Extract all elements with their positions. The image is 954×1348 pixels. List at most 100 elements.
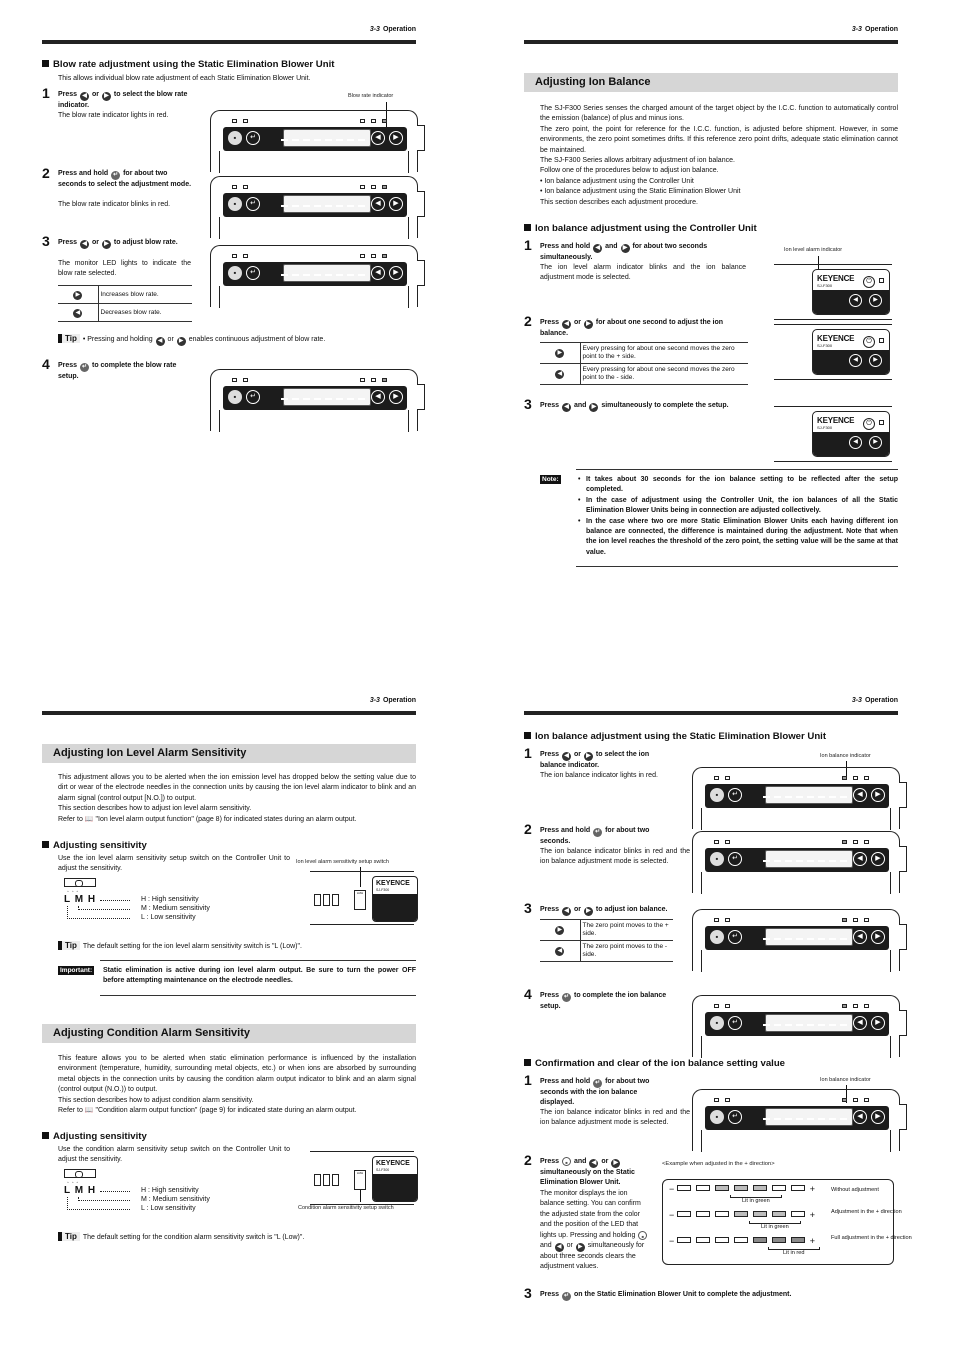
- left-button-icon: ◀: [562, 320, 572, 329]
- table-row: ▶ The zero point moves to the + side.: [540, 919, 673, 941]
- intro-text: The SJ-F300 Series senses the charged am…: [540, 105, 898, 206]
- right-button-icon: ▶: [73, 290, 83, 300]
- minus-sign: −: [669, 1210, 677, 1220]
- led-cell-green: [733, 1185, 748, 1191]
- switch-callout: Ion level alarm sensitivity setup switch: [296, 859, 389, 865]
- controller-unit-illustration: KEYENCE SJ-F300 ⏻ ◀ ▶: [774, 264, 892, 320]
- controller-switch-illustration: LMH KEYENCE SJ-F300: [310, 871, 418, 925]
- ion-balance-indicator-callout: Ion balance indicator: [820, 1077, 871, 1083]
- step-number: 1: [524, 237, 532, 253]
- book-icon: 📖: [84, 1107, 94, 1115]
- led-cell-off: [790, 1211, 805, 1217]
- bracket-label: Lit in red: [783, 1250, 805, 1256]
- button-function-table: ▶ Every pressing for about one second mov…: [540, 342, 748, 385]
- plus-sign: +: [809, 1210, 816, 1220]
- row-label: Without adjustment: [831, 1187, 879, 1193]
- left-button-icon: ◀: [562, 752, 572, 761]
- step-title: Press ↵ on the Static Elimination Blower…: [540, 1291, 792, 1301]
- header-rule: [524, 711, 898, 715]
- step-number: 3: [524, 1285, 532, 1301]
- led-cell-green: [733, 1211, 748, 1217]
- left-button-icon: ◀: [80, 92, 90, 101]
- subsection-heading: Adjusting sensitivity: [42, 1131, 147, 1142]
- section-banner: Adjusting Condition Alarm Sensitivity: [42, 1024, 416, 1043]
- step-number: 1: [524, 745, 532, 761]
- power-icon: ⏻: [863, 276, 875, 288]
- led-cell-red: [771, 1237, 786, 1243]
- header-rule: [524, 40, 898, 44]
- running-head: 3-3 Operation: [369, 697, 416, 704]
- left-button-icon: ◀: [555, 947, 565, 956]
- step-title: Press and hold ↵ for about two seconds w…: [540, 1078, 650, 1107]
- intro-text: This adjustment allows you to be alerted…: [58, 773, 416, 825]
- start-stop-button-icon: ■: [638, 1230, 648, 1240]
- blower-unit-illustration: ■ ↵ ◀ ▶: [692, 909, 907, 972]
- step-desc: The ion level alarm indicator blinks and…: [540, 264, 746, 282]
- right-button-icon: ▶: [389, 131, 403, 145]
- controller-unit-illustration: KEYENCE SJ-F300 ⏻ ◀ ▶: [774, 406, 892, 462]
- led-cell-off: [714, 1211, 729, 1217]
- right-button-icon: ▶: [869, 294, 882, 307]
- lmh-switch-diagram: ◦◦◦ L M H H : High sensitivity M : Mediu…: [64, 878, 264, 923]
- subsection-desc: Use the condition alarm sensitivity setu…: [58, 1146, 290, 1164]
- step-title: Press ■ and ◀ or ▶ simultaneously on the…: [540, 1157, 635, 1187]
- step-desc: The ion balance indicator blinks in red …: [540, 848, 690, 866]
- led-cell-green: [752, 1185, 767, 1191]
- led-cell-red: [790, 1237, 805, 1243]
- ion-level-alarm-callout: Ion level alarm indicator: [784, 247, 843, 253]
- table-row: ▶ Increases blow rate.: [58, 285, 192, 304]
- running-head: 3-3 Operation: [851, 26, 898, 33]
- led-cell-off: [695, 1211, 710, 1217]
- step-title: Press ◀ or ▶ to select the ion balance i…: [540, 751, 650, 769]
- blower-unit-illustration: ■ ↵ ◀ ▶: [210, 245, 425, 308]
- step-desc: The blow rate indicator blinks in red.: [58, 201, 171, 208]
- note-item: In the case where two ore more Static El…: [576, 517, 898, 559]
- right-button-icon: ▶: [583, 907, 593, 916]
- section-banner: Adjusting Ion Level Alarm Sensitivity: [42, 744, 416, 763]
- blower-unit-illustration: ■ ↵ ◀ ▶: [692, 831, 907, 894]
- led-cell-off: [676, 1211, 691, 1217]
- important-badge: Important:: [58, 966, 95, 975]
- note-item: In the case of adjustment using the Cont…: [576, 496, 898, 517]
- right-button-icon: ▶: [583, 320, 593, 329]
- intro-text: This feature allows you to be alerted wh…: [58, 1054, 416, 1116]
- switch-callout: Condition alarm sensitivity setup switch: [298, 1205, 394, 1211]
- enter-button-icon: ↵: [111, 171, 121, 180]
- intro-text: This allows individual blow rate adjustm…: [58, 75, 311, 82]
- tip: Tip The default setting for the ion level…: [58, 941, 302, 952]
- led-row: − +: [669, 1236, 815, 1246]
- step-number: 2: [42, 165, 50, 181]
- led-cell-off: [695, 1237, 710, 1243]
- enter-button-icon: ↵: [80, 363, 90, 372]
- section-heading: Confirmation and clear of the ion balanc…: [524, 1058, 785, 1069]
- section-heading: Ion balance adjustment using the Control…: [524, 223, 757, 234]
- left-button-icon: ◀: [589, 1159, 599, 1168]
- left-button-icon: ◀: [80, 240, 90, 249]
- table-row: ◀ Decreases blow rate.: [58, 303, 192, 322]
- page-ion-balance-blower: 3-3 Operation Ion balance adjustment usin…: [524, 695, 912, 1335]
- led-cell-off: [790, 1185, 805, 1191]
- step-number: 2: [524, 313, 532, 329]
- start-stop-button-icon: ■: [562, 1157, 572, 1166]
- led-row: − +: [669, 1210, 815, 1220]
- page-reference: Refer to 📖 "Condition alarm output funct…: [58, 1107, 357, 1115]
- left-button-icon: ◀: [555, 370, 565, 379]
- section-heading: Ion balance adjustment using the Static …: [524, 731, 826, 742]
- step-title: Press and hold ↵ for about two seconds t…: [58, 170, 192, 188]
- led-cell-green: [752, 1211, 767, 1217]
- step-number: 4: [42, 356, 50, 372]
- running-head: 3-3 Operation: [369, 26, 416, 33]
- step-number: 3: [42, 233, 50, 249]
- note-item: It takes about 30 seconds for the ion ba…: [576, 475, 898, 496]
- right-button-icon: ▶: [611, 1159, 621, 1168]
- right-button-icon: ▶: [176, 337, 186, 346]
- step-title: Press and hold ◀ and ▶ for about two sec…: [540, 243, 708, 261]
- enter-button-icon: ↵: [593, 1079, 603, 1088]
- step-number: 2: [524, 821, 532, 837]
- subsection-heading: Adjusting sensitivity: [42, 840, 147, 851]
- step-number: 1: [42, 85, 50, 101]
- led-cell-off: [695, 1185, 710, 1191]
- right-button-icon: ▶: [589, 403, 599, 412]
- step-number: 2: [524, 1152, 532, 1168]
- left-button-icon: ◀: [593, 244, 603, 253]
